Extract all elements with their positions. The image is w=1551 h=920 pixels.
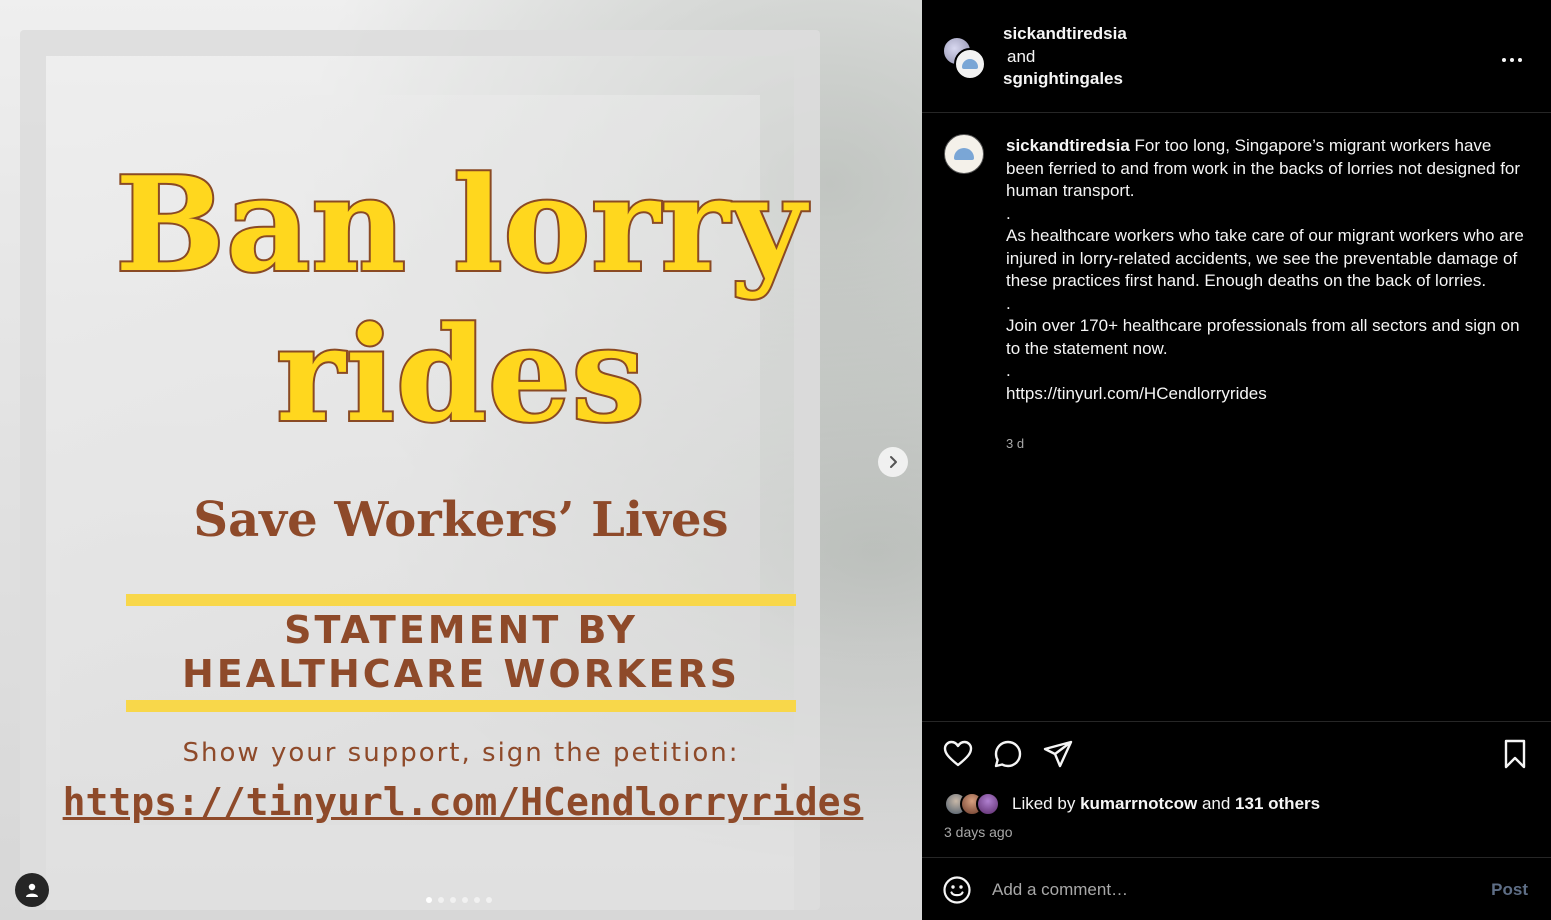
carousel-dot [462, 897, 468, 903]
account-link-2[interactable]: sgnightingales [1003, 68, 1127, 91]
liker-avatars [944, 792, 1012, 816]
more-options-button[interactable] [1501, 46, 1523, 69]
post-comment-button[interactable]: Post [1491, 880, 1528, 900]
bookmark-icon[interactable] [1499, 738, 1531, 770]
caption-link[interactable]: https://tinyurl.com/HCendlorryrides [1006, 383, 1526, 406]
headline-line-2: rides [274, 298, 647, 452]
caption-separator: . [1006, 203, 1011, 223]
caption-paragraph: As healthcare workers who take care of o… [1006, 226, 1524, 290]
headline-line-1: Ban lorry [113, 148, 808, 302]
statement-line-1: STATEMENT BY [284, 608, 638, 652]
action-bar: Liked by kumarrnotcow and 131 others 3 d… [922, 721, 1551, 857]
caption-timestamp: 3 d [1006, 436, 1025, 451]
liked-by-and: and [1201, 794, 1231, 813]
support-text: Show your support, sign the petition: [182, 738, 740, 768]
liked-by-user[interactable]: kumarrnotcow [1080, 794, 1197, 814]
account-link-1[interactable]: sickandtiredsia [1003, 23, 1127, 46]
subhead: Save Workers’ Lives [193, 492, 729, 548]
avatar [954, 48, 986, 80]
carousel-dot [474, 897, 480, 903]
comment-bar: Post [922, 857, 1551, 920]
comment-icon[interactable] [992, 738, 1024, 770]
carousel-dot [486, 897, 492, 903]
user-icon [26, 883, 38, 897]
chevron-right-icon [890, 456, 897, 468]
comment-input[interactable] [992, 872, 1472, 908]
post-side-panel: sickandtiredsia and sgnightingales sicka… [922, 0, 1551, 920]
instagram-post-view: Ban lorry rides Save Workers’ Lives STAT… [0, 0, 1551, 920]
more-horizontal-icon [1502, 58, 1522, 62]
collab-avatars[interactable] [942, 36, 988, 82]
share-icon[interactable] [1042, 738, 1074, 770]
carousel-dot [450, 897, 456, 903]
avatar [976, 792, 1000, 816]
caption-paragraph: Join over 170+ healthcare professionals … [1006, 316, 1520, 358]
carousel-indicator [426, 897, 492, 903]
caption-separator: . [1006, 293, 1011, 313]
carousel-dot [426, 897, 432, 903]
next-slide-button[interactable] [878, 447, 908, 477]
caption-text: sickandtiredsia For too long, Singapore’… [1006, 135, 1526, 405]
liked-by-others[interactable]: 131 others [1235, 794, 1320, 814]
liked-by-row: Liked by kumarrnotcow and 131 others [944, 792, 1320, 816]
caption-separator: . [1006, 361, 1011, 380]
collab-names: sickandtiredsia and sgnightingales [1003, 23, 1127, 91]
divider-top [126, 594, 796, 606]
petition-link-text: https://tinyurl.com/HCendlorryrides [62, 780, 864, 824]
post-time: 3 days ago [944, 824, 1013, 840]
tagged-users-button[interactable] [15, 873, 49, 907]
post-media[interactable]: Ban lorry rides Save Workers’ Lives STAT… [0, 0, 922, 920]
statement-line-2: HEALTHCARE WORKERS [181, 652, 741, 696]
divider-bottom [126, 700, 796, 712]
liked-by-prefix: Liked by [1012, 794, 1076, 813]
post-header: sickandtiredsia and sgnightingales [922, 0, 1551, 113]
caption-username[interactable]: sickandtiredsia [1006, 136, 1130, 155]
avatar[interactable] [944, 134, 984, 174]
heart-icon[interactable] [942, 738, 974, 770]
emoji-icon[interactable] [942, 875, 972, 905]
carousel-dot [438, 897, 444, 903]
caption-section: sickandtiredsia For too long, Singapore’… [922, 114, 1551, 721]
connector-text: and [1007, 46, 1036, 66]
